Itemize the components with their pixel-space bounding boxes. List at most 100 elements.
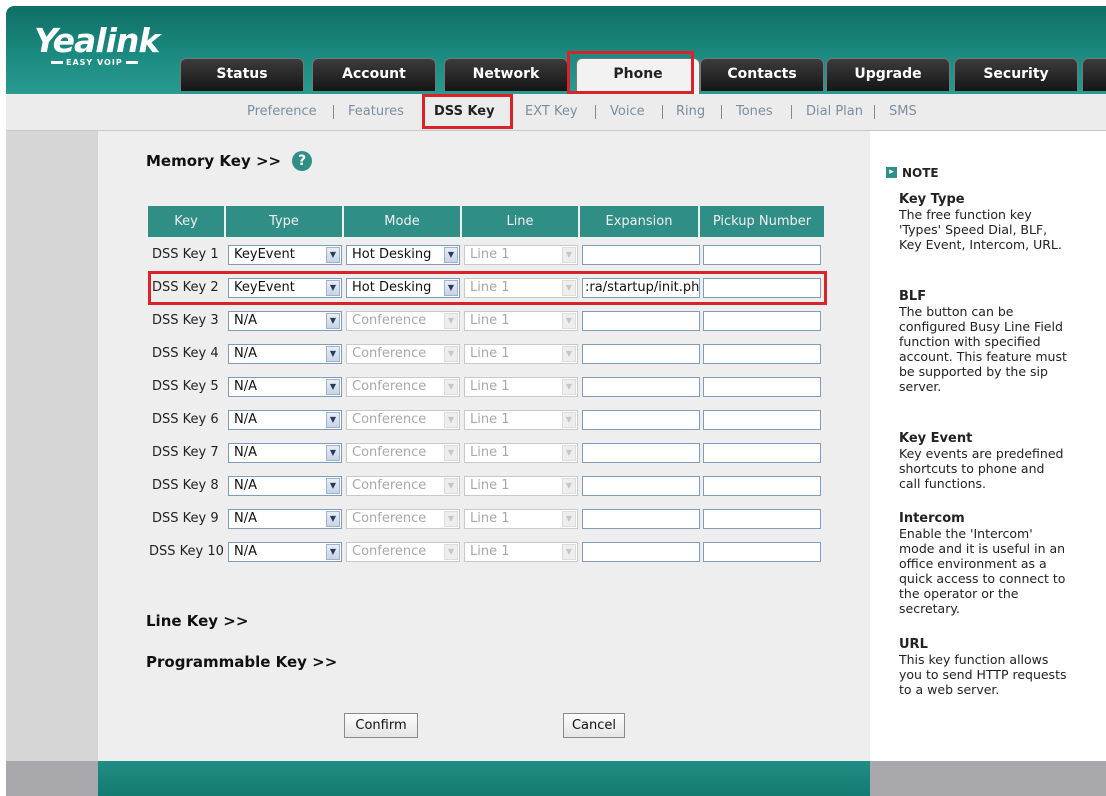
pickup-input[interactable] xyxy=(703,410,821,430)
subnav-separator xyxy=(874,105,875,119)
mode-value: Conference xyxy=(352,379,427,394)
tab-account[interactable]: Account xyxy=(312,58,436,91)
type-value: N/A xyxy=(234,412,257,427)
mode-select[interactable]: Hot Desking ▼ xyxy=(346,245,460,265)
expansion-input[interactable] xyxy=(582,476,700,496)
tab-contacts[interactable]: Contacts xyxy=(700,58,824,91)
chevron-down-icon: ▼ xyxy=(326,313,340,329)
col-header-mode: Mode xyxy=(344,206,460,237)
tab-security[interactable]: Security xyxy=(954,58,1078,91)
subnav-features[interactable]: Features xyxy=(348,94,404,130)
type-select[interactable]: N/A ▼ xyxy=(228,377,342,397)
chevron-down-icon: ▼ xyxy=(444,478,458,494)
mode-select: Conference ▼ xyxy=(346,410,460,430)
confirm-button[interactable]: Confirm xyxy=(344,713,418,738)
subnav-separator xyxy=(662,105,663,119)
logo-text: Yealink xyxy=(34,21,160,60)
note-title: Key Event xyxy=(899,431,973,446)
type-select[interactable]: N/A ▼ xyxy=(228,410,342,430)
expansion-input[interactable] xyxy=(582,245,700,265)
chevron-down-icon: ▼ xyxy=(562,511,576,527)
chevron-down-icon: ▼ xyxy=(562,544,576,560)
subnav-separator xyxy=(333,105,334,119)
line-select: Line 1 ▼ xyxy=(464,476,578,496)
footer-right xyxy=(870,761,1106,796)
tab-upgrade[interactable]: Upgrade xyxy=(826,58,950,91)
note-key-type: Key Type The free function key 'Types' S… xyxy=(899,192,1069,252)
chevron-down-icon: ▼ xyxy=(326,247,340,263)
chevron-down-icon: ▼ xyxy=(444,412,458,428)
type-select[interactable]: N/A ▼ xyxy=(228,509,342,529)
mode-select: Conference ▼ xyxy=(346,344,460,364)
chevron-down-icon: ▼ xyxy=(326,511,340,527)
line-select: Line 1 ▼ xyxy=(464,443,578,463)
mode-select: Conference ▼ xyxy=(346,443,460,463)
type-value: N/A xyxy=(234,379,257,394)
footer-bar xyxy=(98,761,870,796)
subnav-voice[interactable]: Voice xyxy=(610,94,645,130)
subnav-ring[interactable]: Ring xyxy=(676,94,705,130)
expansion-input[interactable] xyxy=(582,443,700,463)
expansion-input[interactable] xyxy=(582,344,700,364)
col-header-pickup: Pickup Number xyxy=(700,206,824,237)
type-value: N/A xyxy=(234,544,257,559)
pickup-input[interactable] xyxy=(703,377,821,397)
chevron-down-icon: ▼ xyxy=(326,478,340,494)
mode-select: Conference ▼ xyxy=(346,542,460,562)
type-select[interactable]: N/A ▼ xyxy=(228,443,342,463)
expansion-input[interactable] xyxy=(582,311,700,331)
chevron-down-icon: ▼ xyxy=(326,445,340,461)
subnav-dial-plan[interactable]: Dial Plan xyxy=(806,94,863,130)
line-value: Line 1 xyxy=(470,313,510,328)
expansion-input[interactable] xyxy=(582,410,700,430)
expansion-input[interactable] xyxy=(582,542,700,562)
subnav-preference[interactable]: Preference xyxy=(247,94,317,130)
line-select: Line 1 ▼ xyxy=(464,344,578,364)
row-key-label: DSS Key 10 xyxy=(149,544,224,559)
note-intercom: Intercom Enable the 'Intercom' mode and … xyxy=(899,511,1069,616)
expansion-input[interactable] xyxy=(582,377,700,397)
line-select: Line 1 ▼ xyxy=(464,245,578,265)
chevron-down-icon: ▼ xyxy=(326,544,340,560)
chevron-down-icon: ▼ xyxy=(444,313,458,329)
chevron-down-icon: ▼ xyxy=(444,544,458,560)
pickup-input[interactable] xyxy=(703,443,821,463)
pickup-input[interactable] xyxy=(703,509,821,529)
cancel-button[interactable]: Cancel xyxy=(563,713,625,738)
pickup-input[interactable] xyxy=(703,476,821,496)
help-icon[interactable]: ? xyxy=(292,151,312,171)
subnav-ext-key[interactable]: EXT Key xyxy=(525,94,578,130)
type-select[interactable]: N/A ▼ xyxy=(228,344,342,364)
chevron-down-icon: ▼ xyxy=(444,379,458,395)
programmable-key-title[interactable]: Programmable Key >> xyxy=(146,653,337,671)
type-value: N/A xyxy=(234,313,257,328)
type-select[interactable]: N/A ▼ xyxy=(228,311,342,331)
chevron-down-icon: ▼ xyxy=(444,346,458,362)
subnav-sms[interactable]: SMS xyxy=(889,94,917,130)
row-key-label: DSS Key 3 xyxy=(152,313,219,328)
type-select[interactable]: KeyEvent ▼ xyxy=(228,245,342,265)
note-blf: BLF The button can be configured Busy Li… xyxy=(899,289,1069,394)
pickup-input[interactable] xyxy=(703,245,821,265)
mode-select: Conference ▼ xyxy=(346,311,460,331)
type-select[interactable]: N/A ▼ xyxy=(228,476,342,496)
tab-status[interactable]: Status xyxy=(180,58,304,91)
type-value: N/A xyxy=(234,445,257,460)
line-key-title[interactable]: Line Key >> xyxy=(146,612,248,630)
subnav-tones[interactable]: Tones xyxy=(736,94,773,130)
expansion-input[interactable] xyxy=(582,509,700,529)
mode-value: Conference xyxy=(352,346,427,361)
pickup-input[interactable] xyxy=(703,344,821,364)
note-body: The free function key 'Types' Speed Dial… xyxy=(899,207,1062,252)
tab-network[interactable]: Network xyxy=(444,58,568,91)
memory-key-title[interactable]: Memory Key >> xyxy=(146,152,281,170)
type-select[interactable]: N/A ▼ xyxy=(228,542,342,562)
tab-overflow[interactable] xyxy=(1082,58,1106,91)
pickup-input[interactable] xyxy=(703,542,821,562)
footer-left xyxy=(6,761,98,796)
chevron-down-icon: ▼ xyxy=(326,346,340,362)
chevron-down-icon: ▼ xyxy=(562,478,576,494)
pickup-input[interactable] xyxy=(703,311,821,331)
sub-navigation: Preference Features DSS Key EXT Key Voic… xyxy=(6,94,1106,131)
line-value: Line 1 xyxy=(470,544,510,559)
